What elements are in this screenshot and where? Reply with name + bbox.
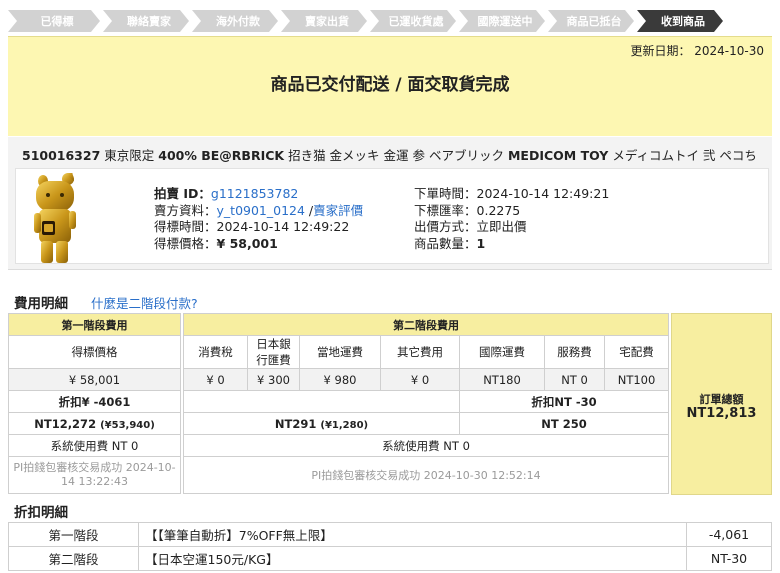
stage1-total-nt: NT12,272 (34, 416, 97, 431)
order-total-label: 訂單總額 (699, 393, 744, 406)
product-panel: 510016327 東京限定 400% BE@RBRICK 招き猫 金メッキ 金… (8, 137, 772, 270)
val-win-price: ¥ 58,001 (8, 368, 181, 391)
stage2-header: 第二階段費用 (182, 313, 670, 336)
stage2a-total: NT291 (¥1,280) (183, 412, 460, 435)
stage1-total: NT12,272 (¥53,940) (8, 412, 181, 435)
col-local-shipping: 當地運費 (299, 335, 381, 369)
discount-stage: 第一階段 (8, 522, 139, 547)
step-won: 已得標 (8, 10, 100, 32)
col-win-price: 得標價格 (8, 335, 181, 369)
col-other: 其它費用 (380, 335, 460, 369)
fees-table: 第一階段費用 第二階段費用 得標價格 消費稅 日本銀 行匯費 當地運費 其它費用 … (8, 313, 670, 494)
seller-link[interactable]: y_t0901_0124 (217, 203, 305, 218)
seller-review-link[interactable]: 賣家評價 (313, 203, 363, 218)
seller-separator: / (304, 202, 314, 218)
product-id: 510016327 (22, 148, 101, 163)
stage1-payment-status: PI拍錢包審核交易成功 2024-10-14 13:22:43 (8, 456, 181, 494)
product-title-e: メディコムトイ 弐 ペコち (612, 148, 757, 163)
stage2a-total-nt: NT291 (274, 416, 317, 431)
product-thumbnail[interactable] (28, 173, 80, 265)
product-title-b: 400% BE@RBRICK (158, 148, 285, 163)
col-intl-shipping: 國際運費 (459, 335, 545, 369)
stage1-system-fee: 系統使用費 NT 0 (8, 434, 181, 457)
order-status: 商品已交付配送 / 面交取貨完成 (270, 75, 510, 95)
col-delivery: 宅配費 (603, 335, 670, 369)
col-bank-fee: 日本銀 行匯費 (247, 335, 300, 369)
bid-id-label: 拍賣 ID： (154, 186, 211, 201)
quantity: 1 (476, 235, 486, 251)
two-stage-help-link[interactable]: 什麼是二階段付款? (91, 293, 198, 312)
col-service: 服務費 (544, 335, 605, 369)
stage2b-total: NT 250 (458, 412, 670, 435)
bid-info-left: 拍賣 ID：g1121853782 賣方資料：y_t0901_0124 /賣家評… (154, 186, 363, 252)
method-label: 出價方式： (414, 219, 477, 234)
discount-stage: 第二階段 (8, 546, 139, 571)
step-seller-shipped: 賣家出貨 (281, 10, 367, 32)
order-time: 2024-10-14 12:49:21 (476, 186, 610, 201)
discount-row: 第一階段 【【筆筆自動折】7%OFF無上限】 -4,061 (8, 522, 772, 547)
product-details: 拍賣 ID：g1121853782 賣方資料：y_t0901_0124 /賣家評… (15, 168, 769, 264)
stage1-header: 第一階段費用 (8, 313, 181, 336)
val-tax: ¥ 0 (183, 368, 248, 391)
updated-date: 更新日期： 2024-10-30 (630, 44, 764, 58)
product-title-a: 東京限定 (104, 148, 155, 163)
step-contact-seller: 聯絡賣家 (103, 10, 189, 32)
order-total: NT12,813 (686, 406, 757, 421)
val-intl-shipping: NT180 (459, 368, 545, 391)
product-title: 510016327 東京限定 400% BE@RBRICK 招き猫 金メッキ 金… (22, 145, 757, 164)
bid-id-link[interactable]: g1121853782 (211, 186, 298, 201)
step-overseas-payment: 海外付款 (192, 10, 278, 32)
stage2-system-fee: 系統使用費 NT 0 (182, 434, 670, 457)
col-bank-fee-line1: 日本銀 (256, 337, 291, 351)
step-international-shipping: 國際運送中 (459, 10, 545, 32)
product-title-c: 招き猫 金メッキ 金運 参 ベアブリック (288, 148, 504, 163)
stage1-total-yen: (¥53,940) (100, 419, 155, 431)
bid-info-right: 下單時間：2024-10-14 12:49:21 下標匯率：0.2275 出價方… (414, 186, 609, 252)
bid-method: 立即出價 (476, 219, 527, 234)
seller-label: 賣方資料： (154, 202, 217, 218)
progress-steps: 已得標 聯絡賣家 海外付款 賣家出貨 已運收貨處 國際運送中 商品已抵台 收到商… (8, 10, 726, 32)
discount-table: 第一階段 【【筆筆自動折】7%OFF無上限】 -4,061 第二階段 【日本空運… (8, 522, 772, 571)
step-warehouse-received: 已運收貨處 (370, 10, 456, 32)
discount-amount: NT-30 (686, 546, 772, 571)
exchange-rate: 0.2275 (476, 202, 521, 218)
step-received: 收到商品 (637, 10, 723, 32)
val-service: NT 0 (544, 368, 605, 391)
fees-section-title: 費用明細 (14, 296, 68, 312)
stage2-payment-status: PI拍錢包審核交易成功 2024-10-30 12:52:14 (182, 456, 670, 494)
val-delivery: NT100 (603, 368, 670, 391)
qty-label: 商品數量： (414, 235, 477, 251)
stage1-discount: 折扣¥ -4061 (8, 390, 181, 413)
win-price: ¥ 58,001 (216, 235, 278, 251)
col-bank-fee-line2: 行匯費 (256, 353, 291, 367)
step-arrived-taiwan: 商品已抵台 (548, 10, 634, 32)
col-tax: 消費稅 (183, 335, 248, 369)
win-time-label: 得標時間： (154, 219, 217, 234)
discount-desc: 【【筆筆自動折】7%OFF無上限】 (138, 522, 687, 547)
val-local-shipping: ¥ 980 (299, 368, 381, 391)
stage2a-total-yen: (¥1,280) (320, 419, 369, 431)
product-title-d: MEDICOM TOY (507, 148, 609, 163)
win-price-label: 得標價格： (154, 235, 217, 251)
discount-section-title: 折扣明細 (14, 505, 68, 521)
discount-desc: 【日本空運150元/KG】 (138, 546, 687, 571)
val-other: ¥ 0 (380, 368, 460, 391)
discount-row: 第二階段 【日本空運150元/KG】 NT-30 (8, 546, 772, 571)
status-banner: 更新日期： 2024-10-30 商品已交付配送 / 面交取貨完成 (8, 36, 772, 136)
stage2-discount: 折扣NT -30 (458, 390, 670, 413)
rate-label: 下標匯率： (414, 202, 477, 218)
order-total-box: 訂單總額 NT12,813 (671, 313, 772, 495)
win-time: 2024-10-14 12:49:22 (216, 219, 350, 234)
val-bank-fee: ¥ 300 (247, 368, 300, 391)
order-time-label: 下單時間： (414, 186, 477, 201)
discount-amount: -4,061 (686, 522, 772, 547)
